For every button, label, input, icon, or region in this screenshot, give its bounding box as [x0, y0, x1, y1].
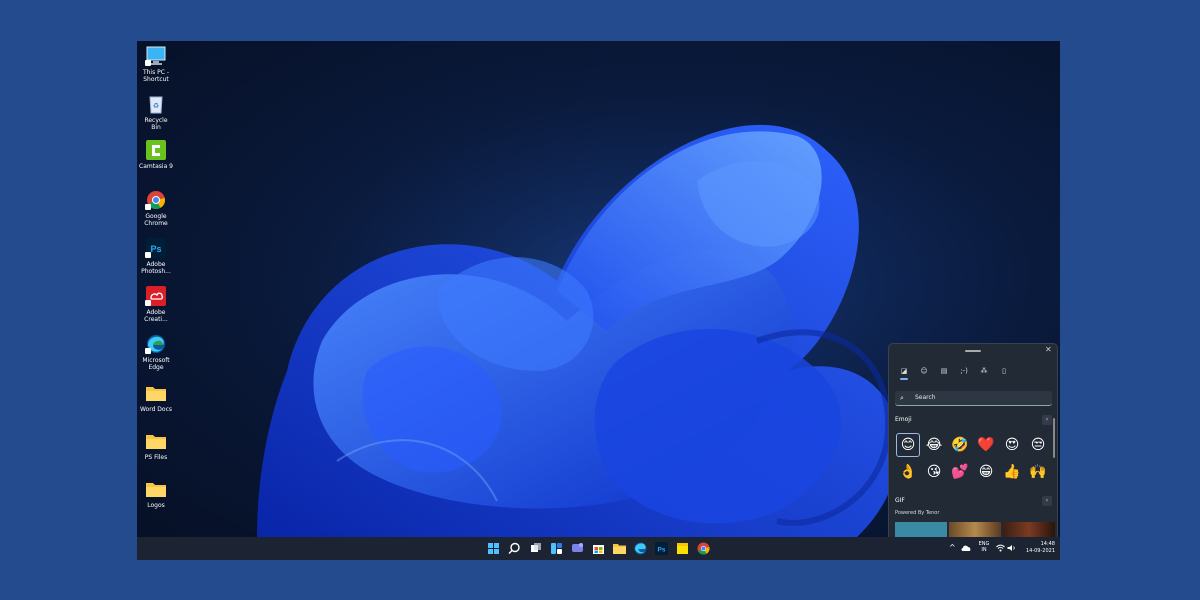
camtasia-icon [145, 140, 167, 160]
emoji-more-button[interactable]: › [1042, 415, 1052, 425]
desktop-icon-chrome[interactable]: Google Chrome [139, 190, 173, 227]
recycle-bin-icon: ♻ [145, 94, 167, 114]
desktop-icon-label: Adobe Creati... [144, 309, 168, 323]
emoji-item[interactable]: 🤣 [948, 433, 972, 457]
clipboard-icon[interactable]: ▯ [999, 366, 1009, 376]
chrome-icon[interactable] [696, 541, 711, 556]
start-icon[interactable] [486, 541, 501, 556]
emoji-item[interactable]: 🙌 [1026, 460, 1050, 484]
volume-icon[interactable] [1007, 544, 1016, 560]
store-icon[interactable] [591, 541, 606, 556]
search-placeholder: Search [915, 394, 936, 401]
clock[interactable]: 14:48 14-09-2021 [1021, 541, 1055, 560]
folder-icon [145, 383, 167, 403]
desktop-icon-photoshop[interactable]: Ps Adobe Photosh... [139, 238, 173, 275]
taskbar: Ps ^ ENG IN 14:48 14-09-2021 [137, 537, 1060, 560]
emoji-panel: ✕ ◪ ☺ ▤ ;-) ⁂ ▯ ⌕ Search Emoji › 😊 😂 🤣 ❤… [888, 343, 1058, 539]
task-view-icon[interactable] [528, 541, 543, 556]
widgets-icon[interactable] [549, 541, 564, 556]
desktop-icon-camtasia[interactable]: Camtasia 9 [139, 140, 173, 170]
language-indicator[interactable]: ENG IN [976, 541, 992, 560]
emoji-item[interactable]: 👌 [896, 460, 920, 484]
desktop-icon-label: Adobe Photosh... [141, 261, 171, 275]
gif-more-button[interactable]: › [1042, 496, 1052, 506]
emoji-item[interactable]: 👍 [1000, 460, 1024, 484]
computer-icon [145, 46, 167, 66]
desktop-icon-label: Word Docs [139, 406, 173, 413]
desktop-icon-label: Recycle Bin [144, 117, 168, 131]
creative-cloud-icon [145, 286, 167, 306]
sticky-notes-icon[interactable] [675, 541, 690, 556]
emoji-icon[interactable]: ☺ [919, 366, 929, 376]
drag-handle[interactable] [965, 350, 981, 352]
close-icon[interactable]: ✕ [1045, 345, 1052, 354]
photoshop-icon: Ps [145, 238, 167, 258]
desktop-icon-logos[interactable]: Logos [139, 479, 173, 509]
teams-chat-icon[interactable] [570, 541, 585, 556]
photoshop-icon[interactable]: Ps [654, 541, 669, 556]
folder-icon [145, 479, 167, 499]
emoji-item[interactable]: 😂 [922, 433, 946, 457]
emoji-item[interactable]: ❤️ [974, 433, 998, 457]
emoji-item[interactable]: 😁 [974, 460, 998, 484]
desktop-icon-edge[interactable]: Microsoft Edge [139, 334, 173, 371]
desktop-icon-this-pc[interactable]: This PC - Shortcut [139, 46, 173, 83]
emoji-item[interactable]: 💕 [948, 460, 972, 484]
search-icon[interactable] [507, 541, 522, 556]
kaomoji-icon[interactable]: ;-) [959, 366, 969, 376]
onedrive-cloud-icon[interactable] [961, 544, 971, 560]
emoji-item[interactable]: 😊 [896, 433, 920, 457]
desktop-icon-label: PS Files [144, 454, 168, 461]
page-root: { "desktop": { "icons": [ {"label": "Thi… [0, 0, 1200, 600]
recently-used-icon[interactable]: ◪ [899, 366, 909, 380]
show-hidden-icons-chevron[interactable]: ^ [949, 543, 956, 560]
edge-icon[interactable] [633, 541, 648, 556]
search-icon: ⌕ [900, 394, 904, 402]
desktop-icon-label: Logos [147, 502, 165, 509]
file-explorer-icon[interactable] [612, 541, 627, 556]
emoji-item[interactable]: 😒 [1026, 433, 1050, 457]
desktop-icon-creative-cloud[interactable]: Adobe Creati... [139, 286, 173, 323]
chrome-icon [145, 190, 167, 210]
gif-powered-by: Powered By Tenor [895, 510, 940, 516]
symbols-icon[interactable]: ⁂ [979, 366, 989, 376]
svg-text:Ps: Ps [658, 547, 666, 554]
gif-icon[interactable]: ▤ [939, 366, 949, 376]
desktop-icon-label: Camtasia 9 [139, 163, 173, 170]
emoji-section-title: Emoji [895, 416, 912, 423]
desktop-icon-label: Google Chrome [144, 213, 168, 227]
emoji-item[interactable]: 😘 [922, 460, 946, 484]
svg-text:Ps: Ps [150, 244, 161, 254]
desktop-screen: This PC - Shortcut ♻ Recycle Bin Camtasi… [137, 41, 1060, 560]
desktop-icon-recycle-bin[interactable]: ♻ Recycle Bin [139, 94, 173, 131]
edge-icon [145, 334, 167, 354]
svg-text:♻: ♻ [153, 102, 159, 110]
clock-time: 14:48 [1040, 541, 1055, 547]
language-region: IN [981, 547, 987, 553]
search-input[interactable]: ⌕ Search [895, 391, 1052, 406]
scrollbar[interactable] [1053, 418, 1055, 458]
desktop-icon-ps-files[interactable]: PS Files [139, 431, 173, 461]
folder-icon [145, 431, 167, 451]
clock-date: 14-09-2021 [1025, 548, 1055, 554]
emoji-item[interactable]: 😍 [1000, 433, 1024, 457]
desktop-icon-label: Microsoft Edge [142, 357, 170, 371]
gif-section-title: GIF [895, 497, 905, 504]
desktop-icon-label: This PC - Shortcut [142, 69, 170, 83]
desktop-icon-word-docs[interactable]: Word Docs [139, 383, 173, 413]
wifi-icon[interactable] [996, 544, 1005, 560]
